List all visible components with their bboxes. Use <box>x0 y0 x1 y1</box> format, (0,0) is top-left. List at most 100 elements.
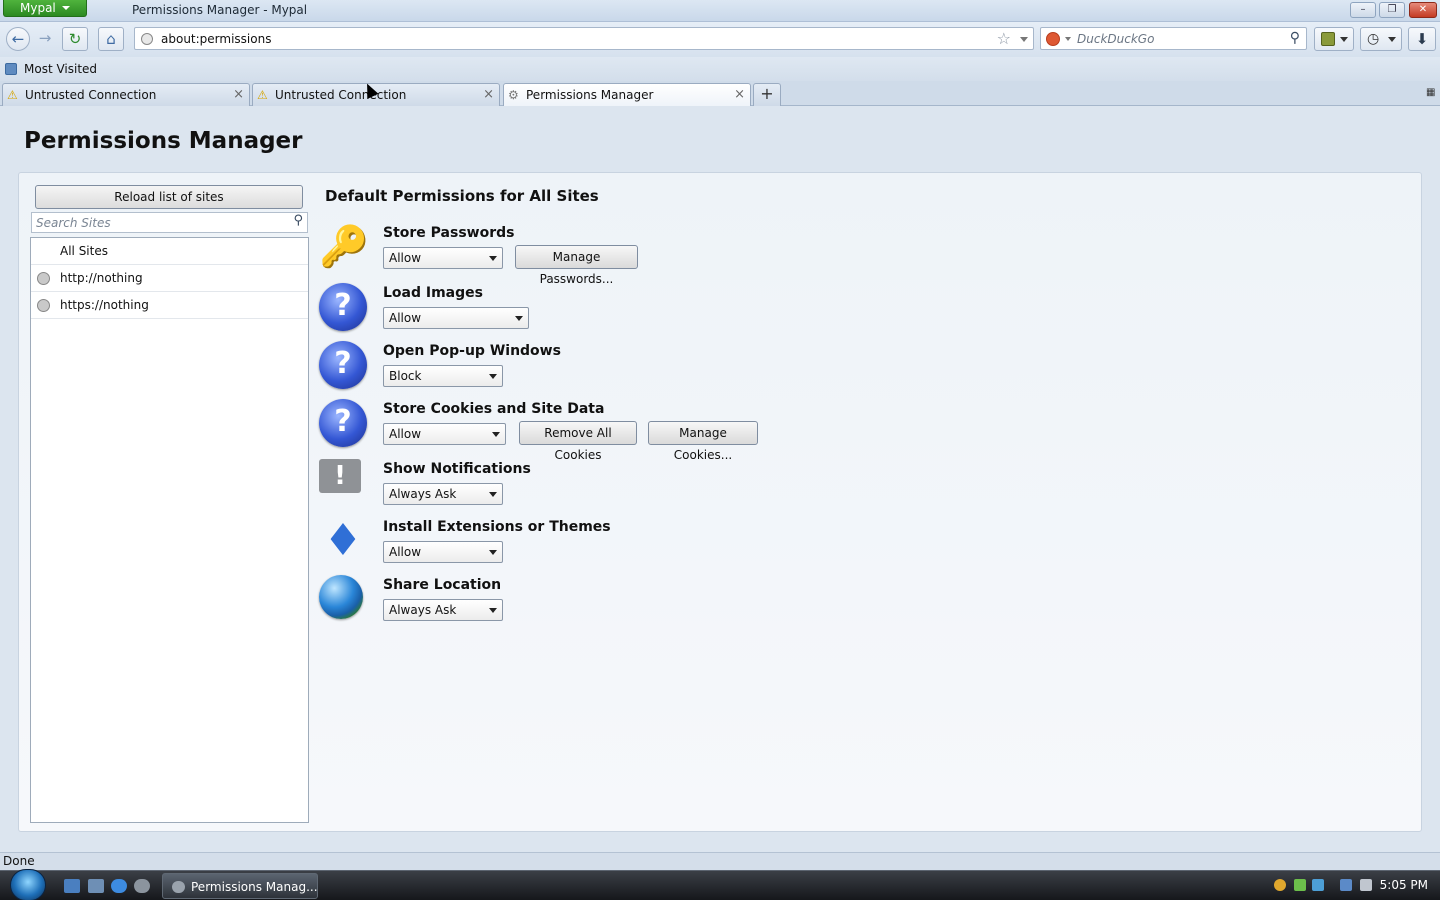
site-item-https-nothing[interactable]: https://nothing <box>31 292 308 319</box>
site-item-all-sites[interactable]: All Sites <box>31 238 308 265</box>
list-all-tabs-icon[interactable]: ▦ <box>1426 88 1436 98</box>
close-tab-icon[interactable]: × <box>483 87 494 102</box>
remove-all-cookies-button[interactable]: Remove All Cookies <box>519 421 637 462</box>
switch-windows-icon[interactable] <box>88 879 104 893</box>
home-icon: ⌂ <box>106 30 116 48</box>
manage-passwords-button[interactable]: Manage Passwords... <box>515 245 638 286</box>
plus-icon: + <box>760 84 774 103</box>
start-button[interactable] <box>10 869 46 900</box>
search-icon[interactable]: ⚲ <box>1290 30 1300 46</box>
notification-icon: ! <box>319 459 361 493</box>
select-value: Allow <box>389 251 422 265</box>
history-button[interactable]: ◷ <box>1360 27 1402 51</box>
permission-label: Open Pop-up Windows <box>383 343 561 359</box>
close-tab-icon[interactable]: × <box>734 87 745 102</box>
select-value: Allow <box>389 427 422 441</box>
tab-permissions-manager[interactable]: ⚙ Permissions Manager × <box>503 83 751 107</box>
site-label: https://nothing <box>60 298 149 312</box>
arrow-left-icon: ← <box>11 30 25 48</box>
update-icon[interactable] <box>1294 879 1306 891</box>
load-images-select[interactable]: Allow <box>383 307 529 329</box>
back-button[interactable]: ← <box>6 27 30 51</box>
status-bar: Done <box>0 852 1440 870</box>
clock[interactable]: 5:05 PM <box>1380 878 1428 892</box>
bookmark-most-visited[interactable]: Most Visited <box>24 62 97 76</box>
permission-popup-windows: ? Open Pop-up Windows Block <box>319 341 1219 397</box>
restore-button[interactable]: ❐ <box>1379 2 1405 18</box>
browser-quicklaunch-icon[interactable] <box>134 879 150 893</box>
permission-label: Share Location <box>383 577 502 593</box>
sites-sidebar: Reload list of sites Search Sites ⚲ All … <box>29 183 309 823</box>
select-value: Allow <box>389 545 422 559</box>
taskbar: Permissions Manag... 5:05 PM <box>0 869 1440 900</box>
tab-label: Untrusted Connection <box>25 88 157 102</box>
permission-label: Store Passwords <box>383 225 515 241</box>
gear-icon: ⚙ <box>508 88 519 102</box>
install-extensions-select[interactable]: Allow <box>383 541 503 563</box>
site-identity-icon[interactable] <box>141 33 153 45</box>
url-history-dropdown[interactable] <box>1020 37 1028 42</box>
forward-button[interactable]: → <box>32 27 58 51</box>
search-sites-placeholder[interactable]: Search Sites <box>36 216 111 230</box>
permission-label: Store Cookies and Site Data <box>383 401 605 417</box>
reload-sites-button[interactable]: Reload list of sites <box>35 185 303 209</box>
bookmark-star-icon[interactable]: ☆ <box>997 29 1011 48</box>
show-desktop-icon[interactable] <box>64 879 80 893</box>
show-notifications-select[interactable]: Always Ask <box>383 483 503 505</box>
new-tab-button[interactable]: + <box>753 83 781 106</box>
taskbar-item-permissions-manager[interactable]: Permissions Manag... <box>162 873 318 899</box>
search-sites-input[interactable]: Search Sites ⚲ <box>31 212 308 233</box>
search-engine-icon[interactable] <box>1046 32 1060 46</box>
bookmarks-toolbar: Most Visited <box>0 57 1440 81</box>
search-icon[interactable]: ⚲ <box>293 213 303 228</box>
reload-button[interactable]: ↻ <box>62 27 88 51</box>
navigation-toolbar: ← → ↻ ⌂ about:permissions ☆ DuckDuckGo ⚲… <box>0 22 1440 57</box>
site-label: All Sites <box>60 244 108 258</box>
tab-untrusted-connection-1[interactable]: ⚠ Untrusted Connection × <box>2 83 250 106</box>
network-icon[interactable] <box>1340 879 1352 891</box>
manage-cookies-button[interactable]: Manage Cookies... <box>648 421 758 462</box>
chevron-down-icon <box>489 608 497 613</box>
search-placeholder[interactable]: DuckDuckGo <box>1077 32 1154 46</box>
select-value: Allow <box>389 311 422 325</box>
internet-explorer-icon[interactable] <box>111 879 127 893</box>
question-icon: ? <box>319 399 367 447</box>
bookmarks-menu-button[interactable] <box>1314 27 1354 51</box>
site-item-http-nothing[interactable]: http://nothing <box>31 265 308 292</box>
chevron-down-icon[interactable] <box>1065 37 1071 41</box>
security-shield-icon[interactable] <box>1274 879 1286 891</box>
page-title: Permissions Manager <box>24 128 303 154</box>
close-window-button[interactable]: ✕ <box>1409 2 1437 18</box>
globe-icon <box>319 575 363 619</box>
share-location-select[interactable]: Always Ask <box>383 599 503 621</box>
download-arrow-icon: ⬇ <box>1415 30 1429 48</box>
chevron-down-icon <box>489 374 497 379</box>
permissions-panel: Reload list of sites Search Sites ⚲ All … <box>18 172 1422 832</box>
warning-icon: ⚠ <box>257 88 268 102</box>
home-button[interactable]: ⌂ <box>98 27 124 51</box>
site-icon <box>37 272 50 285</box>
reload-icon: ↻ <box>68 30 82 48</box>
chevron-down-icon <box>489 256 497 261</box>
downloads-button[interactable]: ⬇ <box>1408 27 1436 51</box>
permission-store-passwords: 🔑 Store Passwords Allow Manage Passwords… <box>319 223 1219 286</box>
permission-label: Show Notifications <box>383 461 531 477</box>
question-icon: ? <box>319 283 367 331</box>
tab-label: Untrusted Connection <box>275 88 407 102</box>
permission-install-extensions: ♦ Install Extensions or Themes Allow <box>319 517 1219 573</box>
store-passwords-select[interactable]: Allow <box>383 247 503 269</box>
tab-label: Permissions Manager <box>526 88 654 102</box>
volume-muted-icon[interactable] <box>1360 879 1372 891</box>
popup-windows-select[interactable]: Block <box>383 365 503 387</box>
app-menu-button[interactable]: Mypal <box>3 0 87 17</box>
minimize-button[interactable]: – <box>1350 2 1376 18</box>
url-bar[interactable]: about:permissions ☆ <box>134 27 1034 50</box>
store-cookies-select[interactable]: Allow <box>383 423 506 445</box>
search-bar[interactable]: DuckDuckGo ⚲ <box>1040 27 1307 50</box>
arrow-right-icon: → <box>38 29 52 47</box>
windows-icon[interactable] <box>1312 879 1324 891</box>
url-text[interactable]: about:permissions <box>161 32 271 46</box>
close-tab-icon[interactable]: × <box>233 87 244 102</box>
chevron-down-icon <box>1388 37 1396 42</box>
permission-share-location: Share Location Always Ask <box>319 575 1219 631</box>
